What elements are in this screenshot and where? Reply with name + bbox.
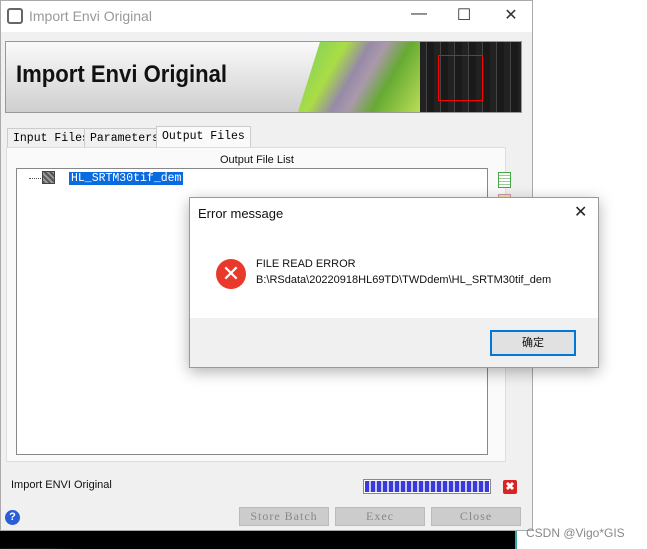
error-message-path: B:\RSdata\20220918HL69TD\TWDdem\HL_SRTM3… bbox=[256, 274, 552, 286]
close-dialog-button[interactable]: Close bbox=[431, 507, 521, 526]
output-file-list-label: Output File List bbox=[220, 154, 294, 166]
dialog-footer: 确定 bbox=[190, 318, 598, 367]
error-message-title: FILE READ ERROR bbox=[256, 258, 356, 270]
banner-photo bbox=[298, 42, 420, 112]
error-dialog: Error message ✕ ✕ FILE READ ERROR B:\RSd… bbox=[189, 197, 599, 368]
progress-fill bbox=[365, 481, 489, 492]
notebook-icon[interactable] bbox=[498, 172, 511, 188]
error-icon: ✕ bbox=[216, 259, 246, 289]
cancel-process-button[interactable]: ✖ bbox=[503, 480, 517, 494]
progress-bar bbox=[363, 479, 491, 494]
banner-radar-image bbox=[420, 42, 521, 112]
dialog-close-button[interactable]: ✕ bbox=[574, 202, 587, 222]
status-text: Import ENVI Original bbox=[11, 479, 112, 491]
title-bar: Import Envi Original — ☐ ✕ bbox=[1, 1, 532, 32]
background-image bbox=[0, 531, 516, 549]
help-button[interactable]: ? bbox=[5, 510, 20, 525]
ok-button[interactable]: 确定 bbox=[490, 330, 576, 356]
store-batch-button[interactable]: Store Batch bbox=[239, 507, 329, 526]
highlight-box bbox=[438, 55, 483, 101]
window-title: Import Envi Original bbox=[29, 8, 152, 24]
exec-button[interactable]: Exec bbox=[335, 507, 425, 526]
banner: Import Envi Original bbox=[5, 41, 522, 113]
minimize-button[interactable]: — bbox=[404, 5, 434, 23]
tree-connector bbox=[29, 178, 41, 179]
tab-parameters[interactable]: Parameters bbox=[84, 128, 166, 148]
app-icon bbox=[7, 8, 23, 24]
raster-file-icon bbox=[42, 171, 55, 184]
dialog-title: Error message bbox=[198, 206, 284, 221]
list-item[interactable]: HL_SRTM30tif_dem bbox=[69, 172, 184, 185]
tab-input-files[interactable]: Input Files bbox=[7, 128, 95, 148]
maximize-button[interactable]: ☐ bbox=[449, 5, 479, 25]
close-button[interactable]: ✕ bbox=[496, 5, 526, 25]
banner-title: Import Envi Original bbox=[16, 61, 228, 88]
tab-output-files[interactable]: Output Files bbox=[156, 126, 251, 149]
watermark: CSDN @Vigo*GIS bbox=[526, 526, 625, 540]
divider bbox=[515, 531, 517, 549]
